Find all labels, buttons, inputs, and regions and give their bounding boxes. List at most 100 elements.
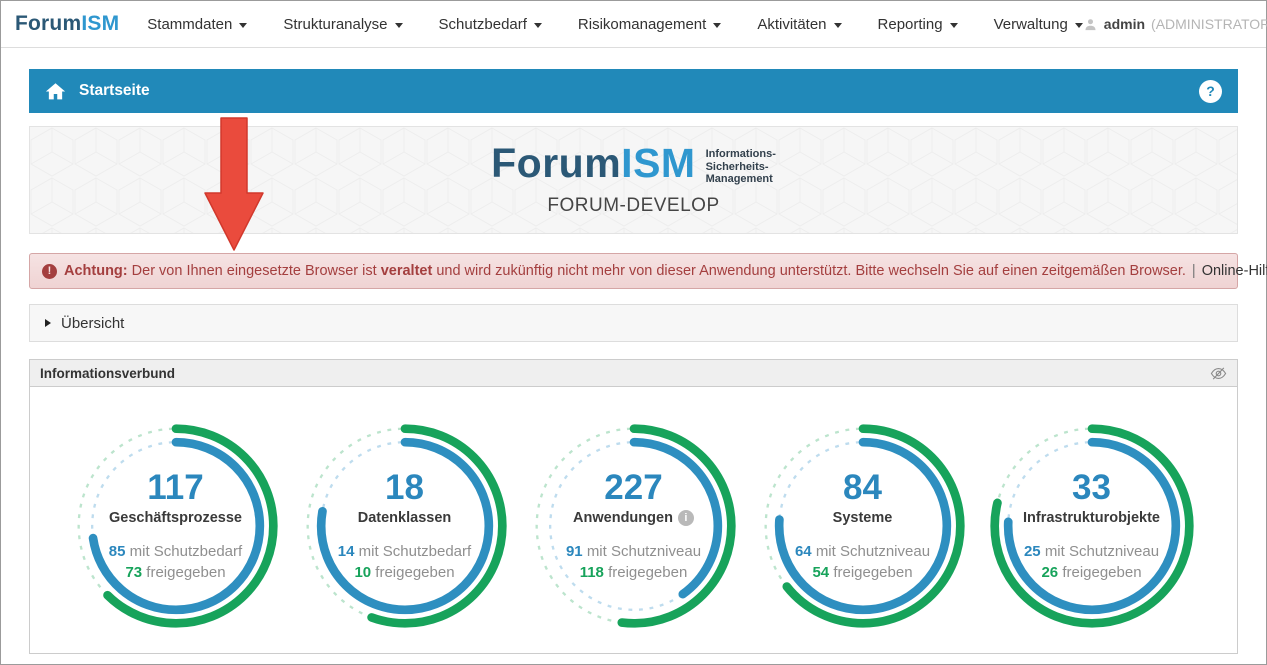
hero-brand-dark: Forum: [491, 140, 621, 186]
chevron-down-icon: [239, 23, 247, 28]
app-window: ForumISM Stammdaten Strukturanalyse Schu…: [0, 0, 1267, 665]
brand-part-dark: Forum: [15, 12, 81, 35]
gauge-label-text: Anwendungen: [573, 510, 673, 526]
gauge-total: 227: [604, 468, 662, 508]
gauge-systeme[interactable]: 84 Systeme i 64 mit Schutzniveau 54 frei…: [757, 420, 969, 632]
stat-value: 64: [795, 543, 812, 560]
menu-stammdaten[interactable]: Stammdaten: [147, 16, 247, 33]
gauge-center: 18 Datenklassen i 14 mit Schutzbedarf 10…: [299, 420, 511, 632]
stat-text: freigegeben: [1062, 564, 1141, 581]
home-icon: [45, 81, 66, 102]
warning-text: Der von Ihnen eingesetzte Browser ist: [132, 263, 377, 279]
gauge-label: Infrastrukturobjekte i: [1023, 510, 1160, 526]
stat-text: freigegeben: [375, 564, 454, 581]
menu-verwaltung[interactable]: Verwaltung: [994, 16, 1083, 33]
panel-header: Informationsverbund: [30, 360, 1237, 387]
product-tagline: Informations- Sicherheits- Management: [706, 148, 776, 186]
product-logo: ForumISM Informations- Sicherheits- Mana…: [491, 141, 776, 186]
app-logo[interactable]: ForumISM: [15, 12, 119, 36]
stat-text: freigegeben: [146, 564, 225, 581]
menu-reporting[interactable]: Reporting: [878, 16, 958, 33]
gauge-center: 84 Systeme i 64 mit Schutzniveau 54 frei…: [757, 420, 969, 632]
browser-warning: ! Achtung: Der von Ihnen eingesetzte Bro…: [29, 253, 1238, 289]
stat-text: mit Schutzniveau: [1045, 543, 1159, 560]
gauge-infrastrukturobjekte[interactable]: 33 Infrastrukturobjekte i 25 mit Schutzn…: [986, 420, 1198, 632]
annotation-arrow: [204, 117, 264, 251]
nav-right: admin (ADMINISTRATOR): [1083, 8, 1267, 41]
stat-value: 26: [1041, 564, 1058, 581]
menu-label: Aktivitäten: [757, 16, 826, 33]
warning-text: und wird zukünftig nicht mehr von dieser…: [436, 263, 1186, 279]
page-title: Startseite: [79, 82, 150, 100]
menu-aktivitaeten[interactable]: Aktivitäten: [757, 16, 841, 33]
stat-text: mit Schutzbedarf: [130, 543, 243, 560]
stat-line: 54 freigegeben: [795, 562, 930, 583]
gauge-geschaeftsprozesse[interactable]: 117 Geschäftsprozesse i 85 mit Schutzbed…: [70, 420, 282, 632]
gauge-datenklassen[interactable]: 18 Datenklassen i 14 mit Schutzbedarf 10…: [299, 420, 511, 632]
gauge-center: 33 Infrastrukturobjekte i 25 mit Schutzn…: [986, 420, 1198, 632]
gauge-stats: 91 mit Schutzniveau 118 freigegeben: [566, 541, 701, 583]
help-button[interactable]: ?: [1199, 80, 1222, 103]
panel-title: Informationsverbund: [40, 366, 175, 381]
menu-label: Reporting: [878, 16, 943, 33]
gauge-label-text: Geschäftsprozesse: [109, 510, 242, 526]
stat-value: 54: [812, 564, 829, 581]
stat-text: freigegeben: [608, 564, 687, 581]
user-icon: [1083, 17, 1098, 32]
stat-value: 91: [566, 543, 583, 560]
tagline-line: Sicherheits-: [706, 161, 776, 174]
menu-label: Risikomanagement: [578, 16, 706, 33]
stat-text: mit Schutzniveau: [587, 543, 701, 560]
menu-risikomanagement[interactable]: Risikomanagement: [578, 16, 721, 33]
gauge-stats: 85 mit Schutzbedarf 73 freigegeben: [109, 541, 242, 583]
menu-schutzbedarf[interactable]: Schutzbedarf: [439, 16, 542, 33]
chevron-down-icon: [834, 23, 842, 28]
info-icon[interactable]: i: [678, 510, 694, 526]
stat-line: 14 mit Schutzbedarf: [338, 541, 471, 562]
tagline-line: Informations-: [706, 148, 776, 161]
stat-value: 73: [125, 564, 142, 581]
gauge-total: 117: [147, 468, 203, 508]
gauge-label: Geschäftsprozesse i: [109, 510, 242, 526]
menu-label: Stammdaten: [147, 16, 232, 33]
menu-strukturanalyse[interactable]: Strukturanalyse: [283, 16, 402, 33]
stat-line: 85 mit Schutzbedarf: [109, 541, 242, 562]
stat-value: 118: [580, 564, 604, 581]
menu-label: Schutzbedarf: [439, 16, 527, 33]
brand-part-light: ISM: [81, 12, 119, 35]
chevron-down-icon: [1075, 23, 1083, 28]
stat-line: 91 mit Schutzniveau: [566, 541, 701, 562]
stat-line: 73 freigegeben: [109, 562, 242, 583]
online-help-link[interactable]: Online-Hilfe: [1202, 263, 1267, 279]
gauge-label: Systeme i: [833, 510, 893, 526]
user-role: (ADMINISTRATOR): [1151, 16, 1267, 32]
chevron-down-icon: [534, 23, 542, 28]
stat-value: 25: [1024, 543, 1041, 560]
stat-line: 10 freigegeben: [338, 562, 471, 583]
user-menu[interactable]: admin (ADMINISTRATOR): [1083, 16, 1267, 32]
gauge-label: Datenklassen i: [358, 510, 452, 526]
environment-name: FORUM-DEVELOP: [547, 195, 719, 217]
gauge-anwendungen[interactable]: 227 Anwendungen i 91 mit Schutzniveau 11…: [528, 420, 740, 632]
hero-brand-light: ISM: [621, 140, 695, 186]
gauge-stats: 64 mit Schutzniveau 54 freigegeben: [795, 541, 930, 583]
overview-toggle[interactable]: Übersicht: [29, 304, 1238, 342]
stat-value: 10: [354, 564, 371, 581]
warning-bold: veraltet: [381, 263, 433, 279]
gauge-stats: 14 mit Schutzbedarf 10 freigegeben: [338, 541, 471, 583]
stat-text: mit Schutzniveau: [816, 543, 930, 560]
main-menu: Stammdaten Strukturanalyse Schutzbedarf …: [147, 16, 1083, 33]
chevron-right-icon: [45, 319, 51, 327]
stat-line: 25 mit Schutzniveau: [1024, 541, 1159, 562]
separator: |: [1192, 263, 1196, 279]
gauge-label-text: Datenklassen: [358, 510, 452, 526]
gauge-stats: 25 mit Schutzniveau 26 freigegeben: [1024, 541, 1159, 583]
gauge-label: Anwendungen i: [573, 510, 694, 526]
stat-text: freigegeben: [833, 564, 912, 581]
gauges-row: 117 Geschäftsprozesse i 85 mit Schutzbed…: [30, 387, 1237, 632]
gauge-center: 227 Anwendungen i 91 mit Schutzniveau 11…: [528, 420, 740, 632]
gauge-total: 18: [385, 468, 424, 508]
chevron-down-icon: [395, 23, 403, 28]
menu-label: Strukturanalyse: [283, 16, 387, 33]
eye-slash-icon[interactable]: [1210, 365, 1227, 382]
